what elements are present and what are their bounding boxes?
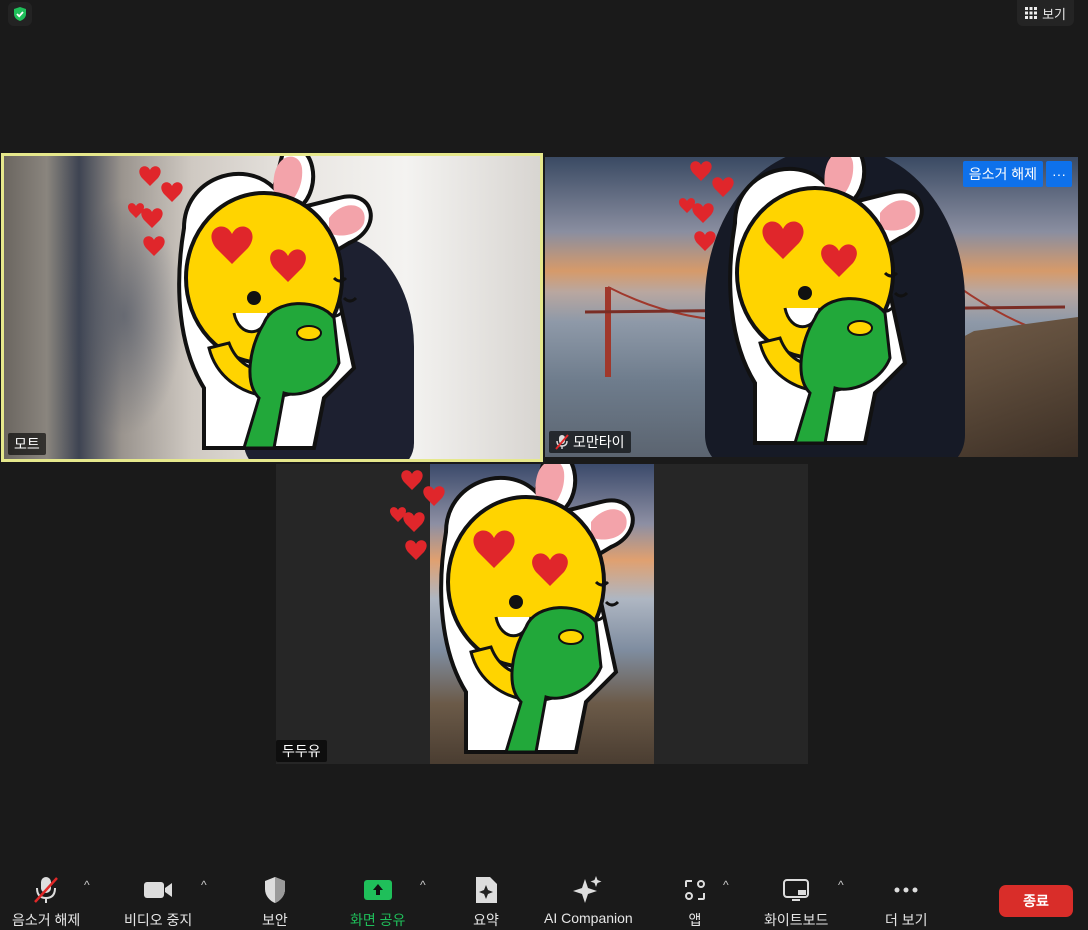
- more-dots-icon: [894, 887, 918, 893]
- muted-mic-icon: [555, 434, 569, 450]
- meeting-toolbar: 음소거 해제 ^ 비디오 중지 ^ 보안 화면 공유 ^ 요약 AI Compa…: [0, 868, 1088, 930]
- audio-options-caret-icon[interactable]: ^: [84, 878, 90, 892]
- apps-button[interactable]: 앱: [683, 874, 707, 930]
- whiteboard-options-caret-icon[interactable]: ^: [838, 878, 844, 892]
- video-tile[interactable]: 음소거 해제 ··· 모만타이: [545, 157, 1078, 457]
- view-label: 보기: [1042, 6, 1066, 22]
- end-meeting-button[interactable]: 종료: [999, 885, 1073, 917]
- more-options-button[interactable]: ···: [1046, 161, 1072, 187]
- video-camera-icon: [144, 882, 173, 898]
- participant-name: 모만타이: [573, 434, 625, 450]
- security-shield-icon: [264, 877, 285, 903]
- security-label: 보안: [262, 912, 288, 928]
- participant-name: 두두유: [282, 743, 321, 759]
- summary-document-icon: [476, 877, 497, 903]
- sticker-apeach-icon: [387, 464, 635, 754]
- whiteboard-button[interactable]: 화이트보드: [764, 874, 828, 930]
- whiteboard-icon: [783, 879, 810, 901]
- muted-mic-icon: [34, 877, 59, 903]
- unmute-participant-button[interactable]: 음소거 해제: [962, 161, 1043, 187]
- share-screen-icon: [363, 880, 392, 900]
- share-options-caret-icon[interactable]: ^: [420, 878, 426, 892]
- summary-button[interactable]: 요약: [473, 874, 499, 930]
- participant-name: 모트: [14, 436, 40, 452]
- apps-label: 앱: [688, 912, 702, 928]
- share-screen-button[interactable]: 화면 공유: [350, 874, 405, 930]
- stop-video-label: 비디오 중지: [124, 912, 193, 928]
- ai-companion-label: AI Companion: [544, 910, 633, 926]
- video-options-caret-icon[interactable]: ^: [201, 878, 207, 892]
- unmute-label: 음소거 해제: [12, 912, 81, 928]
- sparkle-icon: [573, 876, 602, 903]
- participant-name-tag: 두두유: [276, 740, 327, 762]
- more-button[interactable]: 더 보기: [885, 874, 928, 930]
- video-tile-active-speaker[interactable]: 모트: [1, 153, 543, 462]
- apps-options-caret-icon[interactable]: ^: [723, 878, 729, 892]
- ai-companion-button[interactable]: AI Companion: [544, 874, 633, 926]
- encryption-shield-icon[interactable]: [8, 2, 32, 26]
- participant-name-tag: 모만타이: [549, 431, 631, 453]
- stop-video-button[interactable]: 비디오 중지: [124, 874, 192, 930]
- share-screen-label: 화면 공유: [350, 912, 406, 928]
- unmute-button[interactable]: 음소거 해제: [12, 874, 80, 930]
- sticker-apeach-icon: [125, 156, 373, 450]
- whiteboard-label: 화이트보드: [764, 912, 829, 928]
- sticker-apeach-icon: [676, 157, 924, 445]
- security-button[interactable]: 보안: [262, 874, 288, 930]
- summary-label: 요약: [473, 912, 499, 928]
- participant-name-tag: 모트: [8, 433, 46, 455]
- meeting-window: 보기 모트 음소거 해제 ··· 모만타이 두두유 음소거 해제 ^ 비디오 중…: [0, 0, 1088, 930]
- view-button[interactable]: 보기: [1017, 0, 1074, 26]
- grid-icon: [1025, 7, 1038, 19]
- apps-icon: [685, 880, 705, 900]
- more-label: 더 보기: [885, 912, 928, 928]
- tile-actions: 음소거 해제 ···: [962, 161, 1072, 187]
- video-tile[interactable]: 두두유: [276, 464, 808, 764]
